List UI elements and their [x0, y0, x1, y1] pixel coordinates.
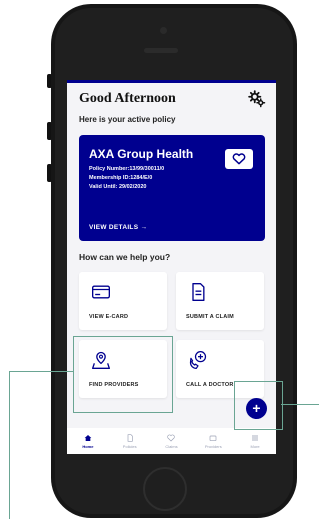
find-providers-highlight [73, 336, 173, 413]
policy-card-title: AXA Group Health [89, 147, 194, 161]
top-accent-bar [67, 80, 276, 83]
view-ecard-label: VIEW E-CARD [89, 314, 129, 320]
providers-icon [209, 435, 217, 441]
tab-providers-label: Providers [204, 443, 222, 449]
tab-more-label: More [250, 443, 260, 449]
tab-policies[interactable]: Policies [109, 428, 151, 454]
phone-speaker [144, 48, 178, 53]
tab-home[interactable]: Home [67, 428, 109, 454]
tab-more[interactable]: More [234, 428, 276, 454]
call-doctor-label: CALL A DOCTOR [186, 382, 234, 388]
policies-icon [127, 433, 133, 442]
policy-subtitle: Here is your active policy [79, 115, 176, 124]
phone-home-button[interactable] [143, 467, 187, 511]
claims-icon [167, 434, 176, 441]
membership-id: Membership ID:1284/E/0 [89, 175, 153, 181]
policy-card-badge [225, 149, 253, 169]
fab-highlight [234, 381, 283, 430]
policy-card[interactable]: AXA Group Health Policy Number:13/99/300… [79, 135, 265, 241]
tab-home-label: Home [82, 443, 94, 449]
home-icon [84, 434, 92, 441]
help-title: How can we help you? [79, 252, 171, 262]
tab-providers[interactable]: Providers [192, 428, 234, 454]
bottom-tab-bar: Home Policies Claims Providers More [67, 428, 276, 454]
submit-claim-tile[interactable]: SUBMIT A CLAIM [176, 272, 264, 330]
front-camera [160, 27, 167, 34]
greeting-title: Good Afternoon [79, 91, 176, 106]
document-icon [192, 283, 205, 301]
card-icon [92, 285, 110, 299]
call-doctor-icon [189, 351, 207, 369]
policy-number: Policy Number:13/99/30011/0 [89, 166, 165, 172]
tab-claims-label: Claims [165, 443, 178, 449]
view-ecard-tile[interactable]: VIEW E-CARD [79, 272, 167, 330]
fab-leader-h [281, 404, 319, 405]
find-providers-leader-h [9, 371, 73, 372]
menu-icon [252, 435, 259, 440]
heart-icon [232, 153, 246, 165]
view-details-link[interactable]: VIEW DETAILS → [89, 224, 147, 231]
settings-gear-icon[interactable] [248, 90, 266, 108]
submit-claim-label: SUBMIT A CLAIM [186, 314, 234, 320]
tab-claims[interactable]: Claims [151, 428, 193, 454]
tab-policies-label: Policies [122, 443, 137, 449]
find-providers-leader-v [9, 371, 10, 519]
valid-until: Valid Until: 29/02/2020 [89, 184, 147, 190]
